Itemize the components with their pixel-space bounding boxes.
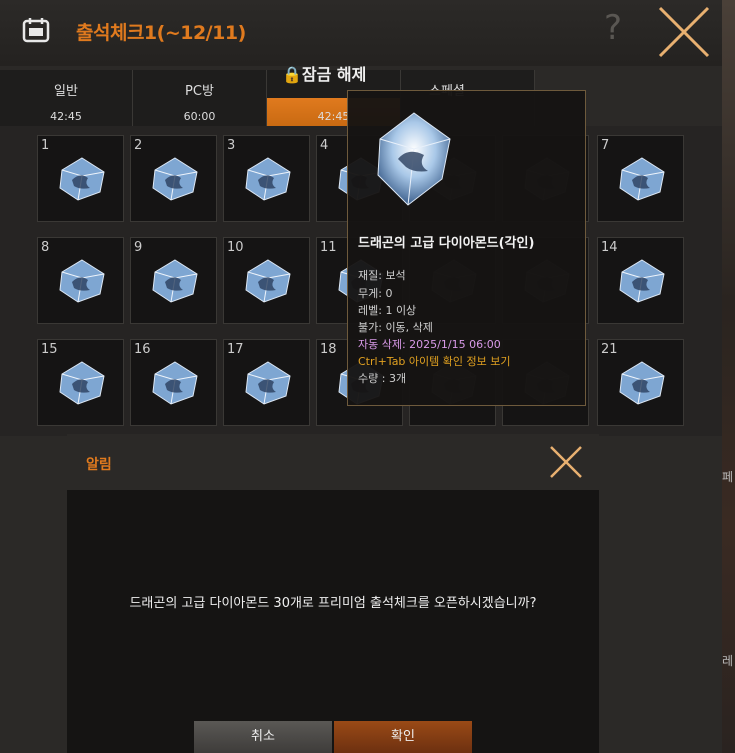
reward-slot[interactable]: 1 bbox=[37, 135, 124, 222]
item-tooltip: 드래곤의 고급 다이아몬드(각인) 재질: 보석 무게: 0 레벨: 1 이상 … bbox=[347, 90, 586, 406]
dialog-header: 알림 bbox=[67, 434, 599, 490]
diamond-icon bbox=[616, 258, 668, 304]
window-title: 출석체크1(~12/11) bbox=[76, 22, 246, 44]
title-bar: 출석체크1(~12/11) ? bbox=[0, 0, 722, 66]
diamond-icon bbox=[56, 156, 108, 202]
slot-day-number: 21 bbox=[601, 342, 618, 357]
slot-day-number: 10 bbox=[227, 240, 244, 255]
item-level: 레벨: 1 이상 bbox=[358, 304, 417, 317]
reward-slot[interactable]: 21 bbox=[597, 339, 684, 426]
slot-day-number: 4 bbox=[320, 138, 329, 153]
diamond-icon bbox=[616, 156, 668, 202]
slot-day-number: 11 bbox=[320, 240, 337, 255]
slot-day-number: 8 bbox=[41, 240, 50, 255]
diamond-icon bbox=[56, 360, 108, 406]
slot-day-number: 14 bbox=[601, 240, 618, 255]
slot-day-number: 18 bbox=[320, 342, 337, 357]
diamond-icon bbox=[149, 258, 201, 304]
help-button[interactable]: ? bbox=[598, 8, 628, 48]
tab-time: 42:45 bbox=[50, 110, 82, 123]
reward-slot[interactable]: 10 bbox=[223, 237, 310, 324]
diamond-icon bbox=[149, 360, 201, 406]
dialog-title: 알림 bbox=[86, 457, 112, 473]
background-scene: 페 레 bbox=[722, 0, 735, 753]
side-text: 레 bbox=[722, 654, 734, 668]
item-material: 재질: 보석 bbox=[358, 269, 406, 282]
confirm-dialog: 알림 드래곤의 고급 다이아몬드 30개로 프리미엄 출석체크를 오픈하시겠습니… bbox=[67, 434, 599, 753]
unlock-label: 🔒잠금 해제 bbox=[282, 65, 367, 84]
diamond-icon bbox=[242, 258, 294, 304]
diamond-icon bbox=[616, 360, 668, 406]
cancel-button[interactable]: 취소 bbox=[194, 721, 332, 753]
diamond-icon bbox=[377, 112, 451, 206]
slot-day-number: 7 bbox=[601, 138, 610, 153]
slot-day-number: 2 bbox=[134, 138, 143, 153]
slot-day-number: 17 bbox=[227, 342, 244, 357]
slot-day-number: 9 bbox=[134, 240, 143, 255]
reward-slot[interactable]: 3 bbox=[223, 135, 310, 222]
item-restriction: 불가: 이동, 삭제 bbox=[358, 321, 433, 334]
diamond-icon bbox=[56, 258, 108, 304]
tab-label: 일반 bbox=[54, 84, 78, 99]
side-text: 페 bbox=[722, 470, 734, 484]
tab-time: 60:00 bbox=[183, 110, 216, 123]
item-quantity: 수량 : 3개 bbox=[358, 372, 407, 385]
reward-slot[interactable]: 14 bbox=[597, 237, 684, 324]
reward-slot[interactable]: 8 bbox=[37, 237, 124, 324]
calendar-icon bbox=[22, 18, 50, 43]
item-shortcut: Ctrl+Tab 아이템 확인 정보 보기 bbox=[358, 355, 511, 368]
dialog-message: 드래곤의 고급 다이아몬드 30개로 프리미엄 출석체크를 오픈하시겠습니까? bbox=[129, 596, 537, 611]
reward-slot[interactable]: 2 bbox=[130, 135, 217, 222]
tab-pc-room[interactable]: PC방 60:00 bbox=[133, 70, 267, 126]
close-icon[interactable] bbox=[545, 441, 587, 483]
item-weight: 무게: 0 bbox=[358, 287, 393, 300]
item-name: 드래곤의 고급 다이아몬드(각인) bbox=[358, 236, 535, 251]
reward-slot[interactable]: 17 bbox=[223, 339, 310, 426]
close-icon[interactable] bbox=[656, 4, 712, 60]
confirm-button[interactable]: 확인 bbox=[334, 721, 472, 753]
diamond-icon bbox=[242, 156, 294, 202]
attendance-window: 출석체크1(~12/11) ? 일반 42:45 PC방 60:00 42:45… bbox=[0, 0, 722, 753]
slot-day-number: 3 bbox=[227, 138, 236, 153]
tab-normal[interactable]: 일반 42:45 bbox=[0, 70, 133, 126]
slot-day-number: 1 bbox=[41, 138, 50, 153]
slot-day-number: 16 bbox=[134, 342, 151, 357]
reward-slot[interactable]: 15 bbox=[37, 339, 124, 426]
reward-slot[interactable]: 9 bbox=[130, 237, 217, 324]
slot-day-number: 15 bbox=[41, 342, 58, 357]
diamond-icon bbox=[242, 360, 294, 406]
diamond-icon bbox=[149, 156, 201, 202]
tab-label: PC방 bbox=[185, 84, 214, 99]
reward-slot[interactable]: 7 bbox=[597, 135, 684, 222]
item-auto-delete: 자동 삭제: 2025/1/15 06:00 bbox=[358, 338, 501, 351]
reward-slot[interactable]: 16 bbox=[130, 339, 217, 426]
